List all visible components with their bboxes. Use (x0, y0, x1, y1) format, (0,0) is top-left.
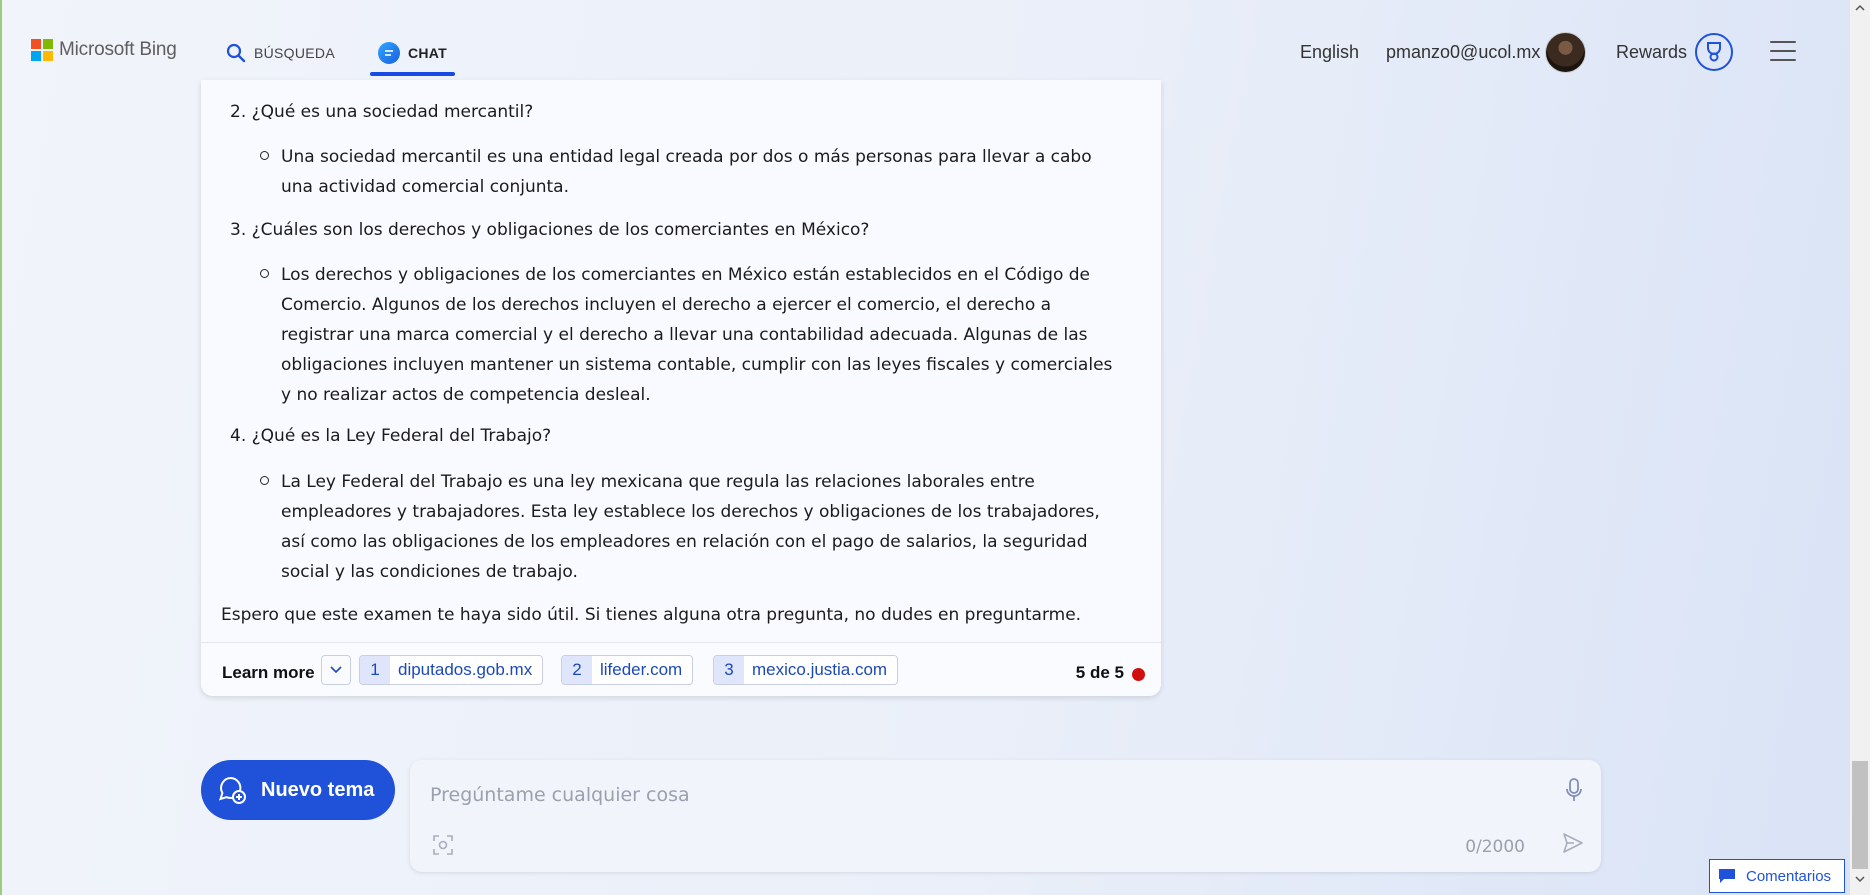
scrollbar-thumb[interactable] (1852, 761, 1868, 869)
answer-body: 2. ¿Qué es una sociedad mercantil? Una s… (201, 80, 1161, 642)
source-label: lifeder.com (600, 660, 683, 679)
answer-line: empleadores y trabajadores. Esta ley est… (281, 502, 1100, 522)
avatar[interactable] (1545, 32, 1586, 73)
question-text: ¿Qué es una sociedad mercantil? (251, 102, 534, 122)
answer-line: Comercio. Algunos de los derechos incluy… (281, 295, 1052, 315)
tab-search-label: BÚSQUEDA (254, 45, 335, 61)
answer-text: La Ley Federal del Trabajo es una ley me… (281, 467, 1131, 587)
bullet-icon (260, 269, 269, 278)
question-text: ¿Cuáles son los derechos y obligaciones … (251, 220, 870, 240)
learn-more-bar: Learn more 1 diputados.gob.mx 2 lifeder.… (201, 642, 1161, 696)
image-scan-icon[interactable] (432, 834, 454, 856)
bing-logo[interactable]: Microsoft Bing (31, 39, 177, 61)
answer-text: Una sociedad mercantil es una entidad le… (281, 142, 1131, 202)
source-number: 3 (714, 656, 744, 684)
answer-line: y no realizar actos de competencia desle… (281, 385, 651, 405)
answer-line: una actividad comercial conjunta. (281, 177, 569, 197)
answer-line: Los derechos y obligaciones de los comer… (281, 265, 1091, 285)
user-email[interactable]: pmanzo0@ucol.mx (1386, 42, 1540, 63)
source-number: 1 (360, 656, 390, 684)
bullet-icon (260, 476, 269, 485)
turn-limit-indicator (1132, 668, 1145, 681)
question-item: 4. ¿Qué es la Ley Federal del Trabajo? (230, 426, 551, 446)
answer-text: Los derechos y obligaciones de los comer… (281, 260, 1131, 410)
question-item: 2. ¿Qué es una sociedad mercantil? (230, 102, 533, 122)
send-icon[interactable] (1561, 831, 1585, 855)
rewards-link[interactable]: Rewards (1616, 42, 1687, 63)
chat-input-box[interactable]: Pregúntame cualquier cosa 0/2000 (410, 760, 1601, 872)
new-topic-icon (218, 776, 246, 804)
chat-icon (377, 42, 400, 64)
tab-search[interactable]: BÚSQUEDA (226, 30, 335, 76)
answer-line: registrar una marca comercial y el derec… (281, 325, 1088, 345)
tab-chat[interactable]: CHAT (370, 30, 455, 76)
microphone-icon[interactable] (1564, 777, 1584, 803)
char-counter: 0/2000 (1465, 837, 1525, 857)
tab-chat-label: CHAT (407, 45, 448, 61)
feedback-label: Comentarios (1746, 867, 1832, 885)
question-number: 4. (230, 426, 247, 446)
question-text: ¿Qué es la Ley Federal del Trabajo? (251, 426, 552, 446)
closing-text: Espero que este examen te haya sido útil… (221, 605, 1082, 625)
bullet-icon (260, 151, 269, 160)
answer-line: así como las obligaciones de los emplead… (281, 532, 1088, 552)
brand-name: Microsoft Bing (59, 39, 177, 60)
new-topic-button[interactable]: Nuevo tema (201, 760, 395, 820)
question-number: 3. (230, 220, 247, 240)
turn-counter: 5 de 5 (1075, 663, 1124, 682)
microsoft-logo-icon (31, 39, 53, 61)
chat-input-placeholder[interactable]: Pregúntame cualquier cosa (430, 784, 690, 806)
answer-line: Una sociedad mercantil es una entidad le… (281, 147, 1092, 167)
top-bar: Microsoft Bing BÚSQUEDA CHAT English pma… (0, 0, 1850, 92)
language-link[interactable]: English (1300, 42, 1359, 63)
answer-line: La Ley Federal del Trabajo es una ley me… (281, 472, 1035, 492)
scroll-down-icon[interactable] (1855, 876, 1865, 883)
feedback-button[interactable]: Comentarios (1709, 859, 1845, 893)
source-number: 2 (562, 656, 592, 684)
source-link[interactable]: 3 mexico.justia.com (713, 655, 899, 685)
answer-line: social y las condiciones de trabajo. (281, 562, 578, 582)
rewards-trophy-icon[interactable] (1695, 33, 1733, 71)
question-item: 3. ¿Cuáles son los derechos y obligacion… (230, 220, 869, 240)
source-link[interactable]: 2 lifeder.com (561, 655, 694, 685)
learn-more-label: Learn more (222, 663, 315, 682)
scroll-up-icon[interactable] (1855, 4, 1865, 11)
chevron-down-icon[interactable] (321, 655, 351, 685)
window-edge (0, 0, 2, 895)
hamburger-menu-icon[interactable] (1770, 41, 1796, 61)
new-topic-label: Nuevo tema (261, 778, 375, 801)
chat-answer-card: 2. ¿Qué es una sociedad mercantil? Una s… (201, 80, 1161, 696)
question-number: 2. (230, 102, 247, 122)
page-scrollbar[interactable] (1850, 0, 1870, 895)
source-label: diputados.gob.mx (398, 660, 533, 679)
answer-line: obligaciones incluyen mantener un sistem… (281, 355, 1113, 375)
search-icon (226, 43, 246, 63)
feedback-icon (1719, 869, 1735, 883)
source-link[interactable]: 1 diputados.gob.mx (359, 655, 544, 685)
source-label: mexico.justia.com (752, 660, 888, 679)
